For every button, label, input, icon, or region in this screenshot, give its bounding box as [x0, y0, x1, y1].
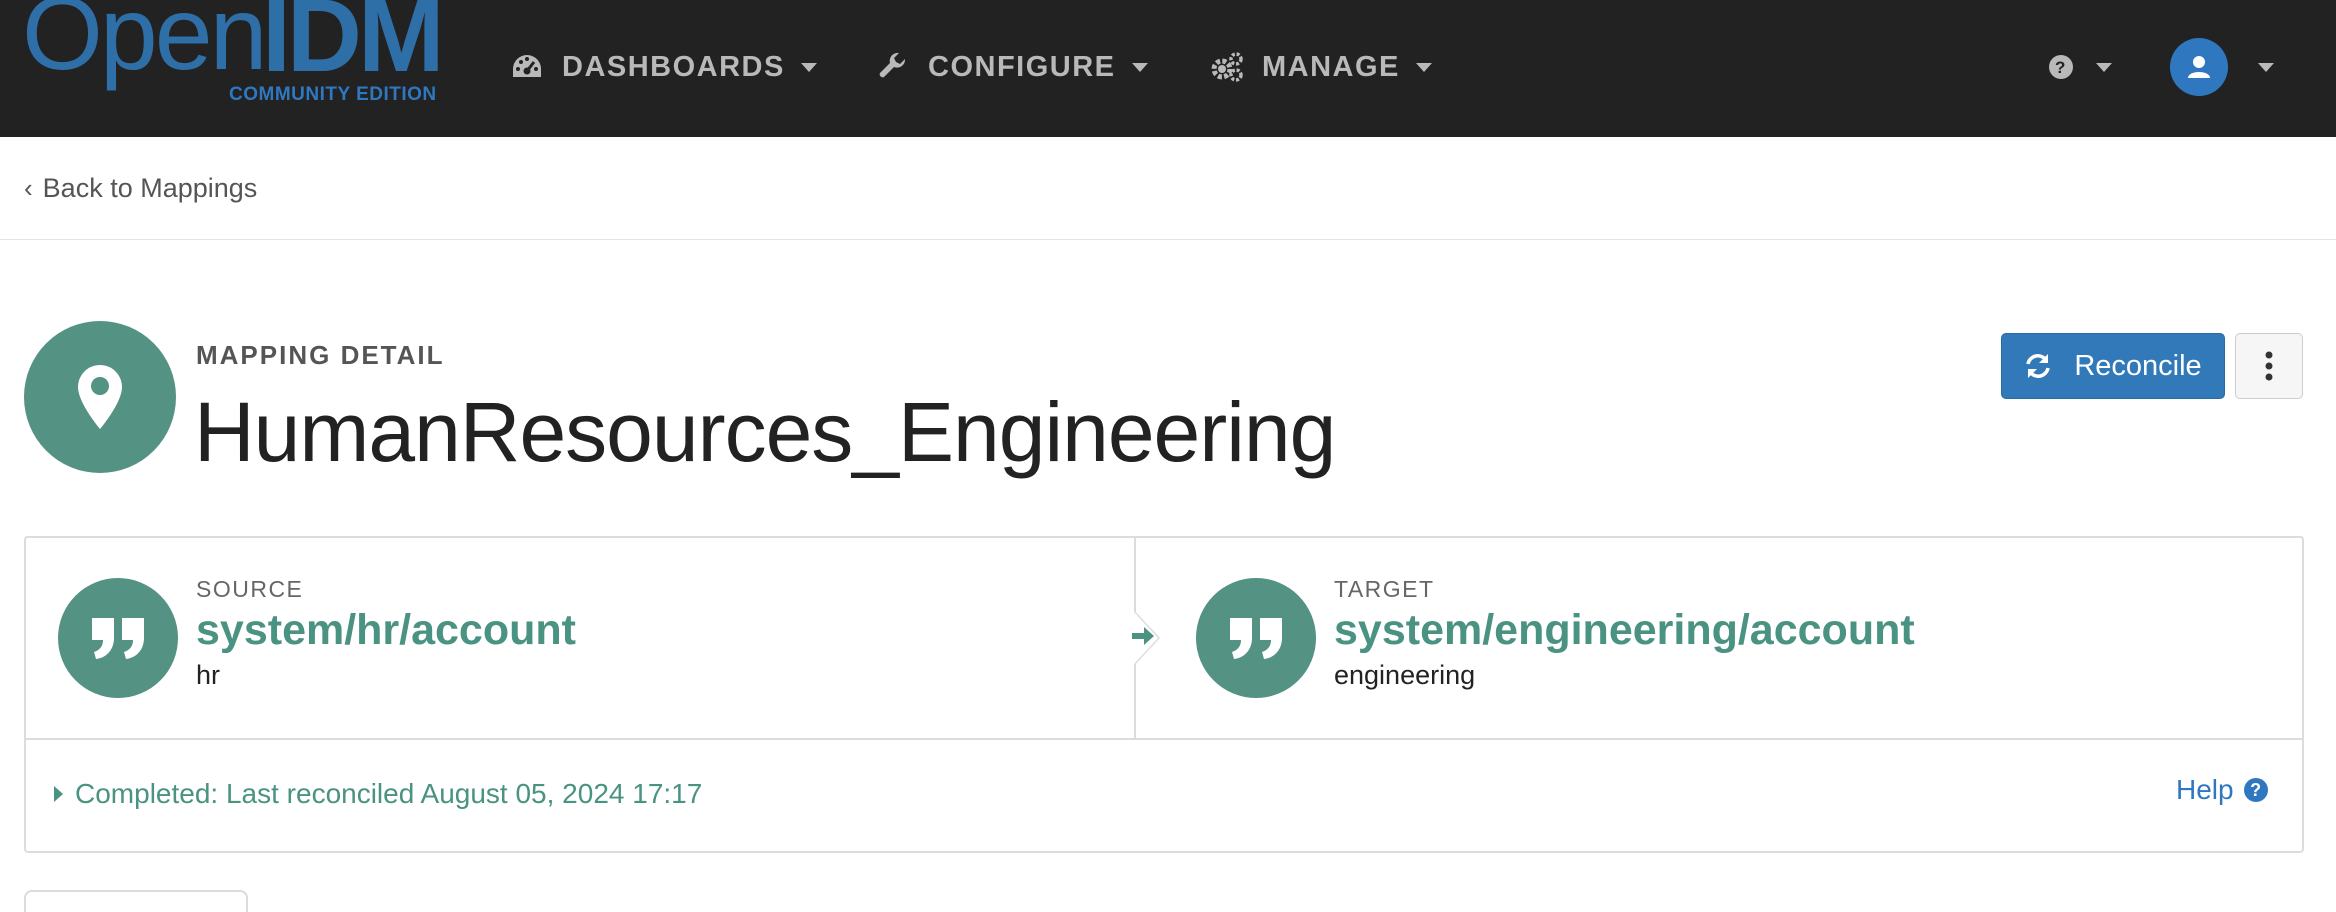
chevron-down-icon — [2096, 62, 2112, 72]
nav-user-menu[interactable] — [2170, 37, 2274, 97]
nav-configure-label: CONFIGURE — [928, 50, 1116, 83]
reconcile-status-toggle[interactable]: Completed: Last reconciled August 05, 20… — [54, 778, 702, 810]
nav-dashboards-label: DASHBOARDS — [562, 50, 785, 83]
target-connector: engineering — [1334, 660, 1476, 690]
vertical-ellipsis-icon — [2265, 351, 2273, 381]
logo-open-text: Open — [22, 0, 267, 92]
mapping-endpoints: SOURCE system/hr/account hr TARGET syste… — [26, 538, 2302, 740]
mapping-panel: SOURCE system/hr/account hr TARGET syste… — [24, 536, 2304, 853]
refresh-icon — [2024, 352, 2052, 380]
dashboard-icon — [510, 50, 544, 84]
svg-text:?: ? — [2055, 58, 2067, 77]
more-options-button[interactable] — [2235, 333, 2303, 399]
help-link[interactable]: Help ? — [2176, 774, 2268, 806]
question-circle-icon: ? — [2048, 54, 2074, 80]
reconcile-button[interactable]: Reconcile — [2001, 333, 2225, 399]
nav-configure[interactable]: CONFIGURE — [876, 42, 1148, 92]
back-to-mappings-link[interactable]: ‹ Back to Mappings — [24, 173, 257, 204]
gears-icon — [1210, 50, 1244, 84]
question-circle-icon: ? — [2243, 778, 2268, 802]
chevron-down-icon — [800, 62, 817, 72]
back-bar: ‹ Back to Mappings — [0, 137, 2336, 240]
wrench-icon — [876, 50, 910, 84]
target-label: TARGET — [1334, 576, 1435, 602]
page-title: HumanResources_Engineering — [194, 385, 1336, 479]
map-marker-icon — [24, 321, 176, 473]
nav-help-menu[interactable]: ? — [2048, 42, 2112, 92]
reconcile-label: Reconcile — [2074, 349, 2202, 382]
help-link-label: Help — [2176, 774, 2234, 805]
openidm-logo[interactable]: Open IDM COMMUNITY EDITION — [22, 0, 452, 112]
source-name: system/hr/account — [196, 606, 576, 654]
target-name: system/engineering/account — [1334, 606, 1915, 654]
chevron-down-icon — [1415, 62, 1432, 72]
back-link-label: Back to Mappings — [42, 173, 258, 203]
source-label: SOURCE — [196, 576, 304, 602]
quote-icon — [58, 578, 178, 698]
logo-edition-text: COMMUNITY EDITION — [229, 84, 437, 105]
user-avatar-icon — [2170, 38, 2228, 96]
chevron-left-icon: ‹ — [24, 173, 33, 203]
chevron-down-icon — [2258, 62, 2274, 72]
reconcile-status-text: Completed: Last reconciled August 05, 20… — [75, 778, 703, 809]
nav-manage-label: MANAGE — [1262, 50, 1400, 83]
quote-icon — [1196, 578, 1316, 698]
partial-tab[interactable] — [24, 890, 248, 912]
logo-idm-text: IDM — [262, 0, 445, 94]
chevron-down-icon — [1131, 62, 1148, 72]
nav-manage[interactable]: MANAGE — [1210, 42, 1432, 92]
source-connector: hr — [196, 660, 221, 690]
top-navbar: Open IDM COMMUNITY EDITION DASHBOARDS CO… — [0, 0, 2336, 137]
page-subtitle: MAPPING DETAIL — [196, 340, 445, 370]
nav-dashboards[interactable]: DASHBOARDS — [510, 42, 817, 92]
caret-right-icon — [54, 786, 63, 802]
arrow-right-icon — [1128, 621, 1158, 651]
